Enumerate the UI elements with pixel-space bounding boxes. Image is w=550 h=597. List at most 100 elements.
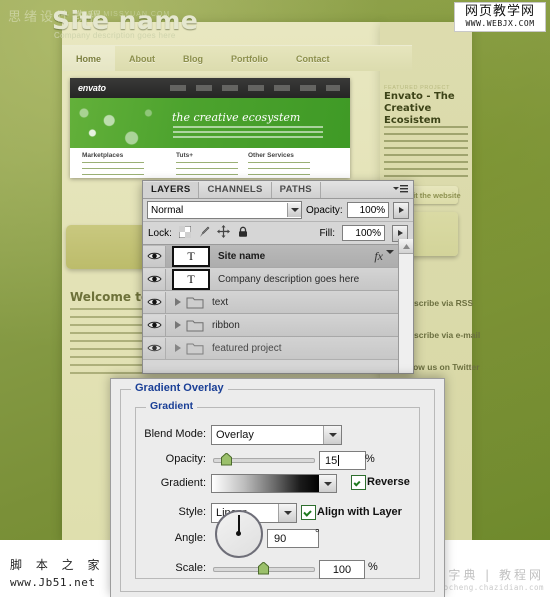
nav-item-about[interactable]: About <box>115 54 169 64</box>
chevron-down-icon[interactable] <box>323 426 341 444</box>
group-expand-triangle-icon[interactable] <box>172 297 184 307</box>
layers-scrollbar[interactable] <box>398 239 413 373</box>
layers-panel[interactable]: LAYERS CHANNELS PATHS Normal Opacity: 10… <box>142 180 414 374</box>
align-with-layer-label: Align with Layer <box>317 506 402 518</box>
gradient-overlay-title: Gradient Overlay <box>131 382 228 394</box>
lock-image-brush-icon[interactable] <box>198 226 210 241</box>
panel-menu-icon[interactable] <box>391 183 409 195</box>
scale-label: Scale: <box>175 562 206 574</box>
screenshot-hero-text-placeholder <box>173 126 323 138</box>
layer-fx-icon[interactable]: fx <box>374 249 383 264</box>
folder-icon <box>186 318 204 332</box>
watermark-top-right-url: WWW.WEBJX.COM <box>465 19 535 28</box>
tab-paths[interactable]: PATHS <box>272 182 321 198</box>
scale-slider-knob[interactable] <box>258 561 269 575</box>
fill-value[interactable]: 100% <box>342 225 385 241</box>
layer-name[interactable]: ribbon <box>212 320 240 331</box>
layer-row-text-group[interactable]: text <box>143 291 413 314</box>
gradient-overlay-dialog[interactable]: Gradient Overlay Gradient Blend Mode: Ov… <box>110 378 445 597</box>
watermark-top-right-cn: 网页教学网 <box>464 4 535 19</box>
chevron-down-icon[interactable] <box>287 203 301 217</box>
opacity-label: Opacity: <box>306 204 343 216</box>
site-subtitle: Company description goes here <box>54 31 176 40</box>
tab-channels[interactable]: CHANNELS <box>199 182 272 198</box>
blend-mode-select[interactable]: Overlay <box>211 425 342 445</box>
layer-thumbnail-text[interactable]: T <box>172 245 210 267</box>
blend-mode-select[interactable]: Normal <box>147 201 302 219</box>
layer-name[interactable]: Site name <box>218 251 265 262</box>
layer-name[interactable]: text <box>212 297 228 308</box>
opacity-slider-knob[interactable] <box>221 452 232 466</box>
eye-icon[interactable] <box>143 291 166 313</box>
opacity-value[interactable]: 100% <box>346 202 390 218</box>
layer-row-ribbon-group[interactable]: ribbon <box>143 314 413 337</box>
chevron-down-icon[interactable] <box>278 504 296 522</box>
screenshot-hero-heading: the creative ecosystem <box>172 111 301 124</box>
angle-dial[interactable] <box>215 510 263 558</box>
watermark-bottom-right-url: jiaocheng.chazidian.com <box>428 583 544 592</box>
opacity-flyout-icon[interactable] <box>393 201 409 219</box>
layer-name[interactable]: Company description goes here <box>218 274 359 285</box>
watermark-bottom-left: 脚 本 之 家 www.Jb51.net <box>10 556 104 589</box>
folder-icon <box>186 295 204 309</box>
blend-mode-label: Blend Mode: <box>144 428 206 440</box>
opacity-value: 15 <box>325 454 338 467</box>
featured-body-placeholder <box>384 126 468 182</box>
eye-icon[interactable] <box>143 268 166 290</box>
lock-row[interactable]: Lock: Fill: 100% <box>143 222 413 245</box>
gradient-label: Gradient: <box>160 477 206 489</box>
nav-item-contact[interactable]: Contact <box>282 54 344 64</box>
screenshot-col-links-2 <box>176 162 238 178</box>
opacity-input[interactable]: 15 <box>319 451 366 470</box>
fill-label: Fill: <box>319 227 335 239</box>
layer-row-company-description[interactable]: T Company description goes here <box>143 268 413 291</box>
lock-position-move-icon[interactable] <box>216 225 230 241</box>
screenshot-col-links-3 <box>248 162 310 178</box>
screenshot-col-links-1 <box>82 162 144 178</box>
screenshot-nav-placeholder <box>170 85 340 91</box>
site-nav[interactable]: Home About Blog Portfolio Contact <box>62 45 412 71</box>
tab-layers[interactable]: LAYERS <box>143 182 200 198</box>
screenshot-col-other: Other Services <box>248 152 294 159</box>
blend-mode-row[interactable]: Normal Opacity: 100% <box>143 199 413 222</box>
layers-panel-tabs[interactable]: LAYERS CHANNELS PATHS <box>143 181 413 199</box>
watermark-bottom-left-url: www.Jb51.net <box>10 576 96 589</box>
opacity-label: Opacity: <box>165 453 206 465</box>
lock-label: Lock: <box>148 227 172 239</box>
group-expand-triangle-icon[interactable] <box>172 343 184 353</box>
nav-item-home[interactable]: Home <box>62 46 116 71</box>
layer-name[interactable]: featured project <box>212 343 282 354</box>
align-with-layer-checkbox[interactable] <box>301 505 316 520</box>
lock-all-icon[interactable] <box>237 226 249 241</box>
eye-icon[interactable] <box>143 314 166 336</box>
angle-input[interactable]: 90 <box>267 529 319 548</box>
angle-label: Angle: <box>174 532 206 544</box>
layer-row-site-name[interactable]: T Site name fx <box>143 245 413 268</box>
eye-icon[interactable] <box>143 337 166 359</box>
scale-unit: % <box>368 561 378 573</box>
layer-fx-expand-icon[interactable] <box>386 250 394 265</box>
nav-item-portfolio[interactable]: Portfolio <box>217 54 282 64</box>
group-expand-triangle-icon[interactable] <box>172 320 184 330</box>
reverse-label: Reverse <box>367 476 410 488</box>
reverse-checkbox[interactable] <box>351 475 366 490</box>
eye-icon[interactable] <box>143 245 166 267</box>
featured-screenshot: envato the creative ecosystem Marketplac… <box>70 78 350 178</box>
scale-input[interactable]: 100 <box>319 560 365 579</box>
layers-list[interactable]: T Site name fx T Company description goe… <box>143 245 413 360</box>
layer-thumbnail-text[interactable]: T <box>172 268 210 290</box>
watermark-top-right: 网页教学网 WWW.WEBJX.COM <box>454 2 546 32</box>
screenshot-col-marketplaces: Marketplaces <box>82 152 124 159</box>
watermark-top-left-url: WWW.MISSYUAN.COM <box>78 11 171 18</box>
scroll-up-icon[interactable] <box>399 239 413 254</box>
envato-logo: envato <box>78 83 106 93</box>
watermark-bottom-right: 查字典 | 教程网 jiaocheng.chazidian.com <box>429 566 544 592</box>
lock-transparency-icon[interactable] <box>178 225 192 241</box>
gradient-picker-chevron-icon[interactable] <box>319 474 337 493</box>
gradient-preview-swatch[interactable] <box>211 474 321 493</box>
nav-item-blog[interactable]: Blog <box>169 54 217 64</box>
watermark-bottom-right-cn: 查字典 | 教程网 <box>433 568 544 582</box>
featured-title: Envato - The Creative Ecosistem <box>384 91 455 126</box>
style-label: Style: <box>178 506 206 518</box>
layer-row-featured-project-group[interactable]: featured project <box>143 337 413 360</box>
